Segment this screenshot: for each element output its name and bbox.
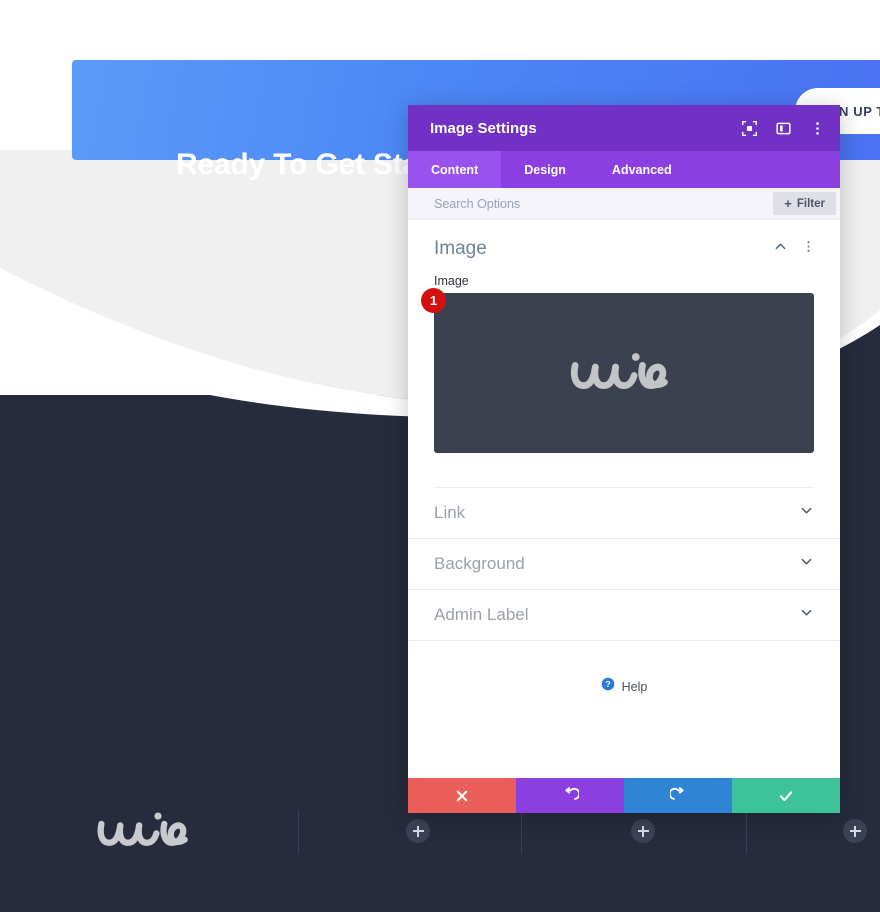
redo-icon bbox=[669, 787, 684, 800]
search-options-bar: + Filter bbox=[408, 188, 840, 220]
undo-button[interactable] bbox=[516, 778, 624, 813]
accordion-link[interactable]: Link bbox=[408, 488, 840, 539]
chevron-up-icon[interactable] bbox=[773, 239, 788, 259]
image-settings-modal: Image Settings Content Design Advanced S… bbox=[408, 105, 840, 813]
accordion-admin-label-label: Admin Label bbox=[434, 605, 529, 624]
question-circle-icon: ? bbox=[601, 677, 615, 696]
modal-header-icon-group bbox=[740, 119, 826, 137]
more-vertical-icon[interactable] bbox=[808, 119, 826, 137]
image-section-controls bbox=[773, 239, 816, 259]
chevron-down-icon bbox=[799, 605, 814, 625]
more-vertical-icon[interactable] bbox=[801, 239, 816, 259]
footer-divider-1 bbox=[298, 810, 299, 854]
chevron-down-icon bbox=[799, 554, 814, 574]
image-section-title: Image bbox=[434, 238, 487, 259]
help-label: Help bbox=[621, 679, 648, 694]
check-icon bbox=[779, 790, 793, 801]
status-badge: 1 bbox=[421, 288, 446, 313]
save-button[interactable] bbox=[732, 778, 840, 813]
tab-content[interactable]: Content bbox=[408, 151, 502, 188]
add-module-button-3[interactable] bbox=[843, 819, 867, 843]
modal-header: Image Settings bbox=[408, 105, 840, 151]
screenshot-root: Ready To Get Started? N UP T Image Setti… bbox=[0, 0, 880, 912]
undo-icon bbox=[564, 787, 579, 800]
focus-icon[interactable] bbox=[740, 119, 758, 137]
footer-divider-3 bbox=[746, 810, 747, 854]
cancel-button[interactable] bbox=[408, 778, 516, 813]
add-module-button-1[interactable] bbox=[406, 819, 430, 843]
accordion-admin-label[interactable]: Admin Label bbox=[408, 590, 840, 641]
modal-tabs: Content Design Advanced bbox=[408, 151, 840, 188]
modal-footer-actions bbox=[408, 778, 840, 813]
add-module-button-2[interactable] bbox=[631, 819, 655, 843]
svg-text:?: ? bbox=[605, 679, 610, 689]
filter-button-label: Filter bbox=[796, 197, 825, 210]
tab-design[interactable]: Design bbox=[501, 151, 589, 188]
footer-divider-2 bbox=[521, 810, 522, 854]
image-upload-preview[interactable]: 1 bbox=[421, 288, 814, 453]
image-preview-box[interactable] bbox=[434, 293, 814, 453]
modal-title: Image Settings bbox=[430, 119, 537, 137]
help-link[interactable]: ? Help bbox=[408, 641, 840, 696]
filter-button[interactable]: + Filter bbox=[773, 192, 836, 215]
image-field-label: Image bbox=[434, 274, 469, 288]
close-icon bbox=[456, 790, 468, 801]
accordion-background-label: Background bbox=[434, 554, 525, 573]
redo-button[interactable] bbox=[624, 778, 732, 813]
layout-icon[interactable] bbox=[774, 119, 792, 137]
image-section-header[interactable]: Image bbox=[408, 220, 840, 268]
accordion-background[interactable]: Background bbox=[408, 539, 840, 590]
signup-button-label: N UP T bbox=[839, 103, 880, 119]
search-input[interactable] bbox=[434, 196, 774, 211]
accordion-link-label: Link bbox=[434, 503, 466, 522]
footer-logo bbox=[97, 812, 188, 846]
filter-plus-icon: + bbox=[784, 196, 792, 211]
chevron-down-icon bbox=[799, 503, 814, 523]
preview-logo bbox=[570, 353, 668, 390]
modal-body: Image Image 1 Link Background Admin Labe… bbox=[408, 220, 840, 778]
tab-advanced[interactable]: Advanced bbox=[589, 151, 695, 188]
